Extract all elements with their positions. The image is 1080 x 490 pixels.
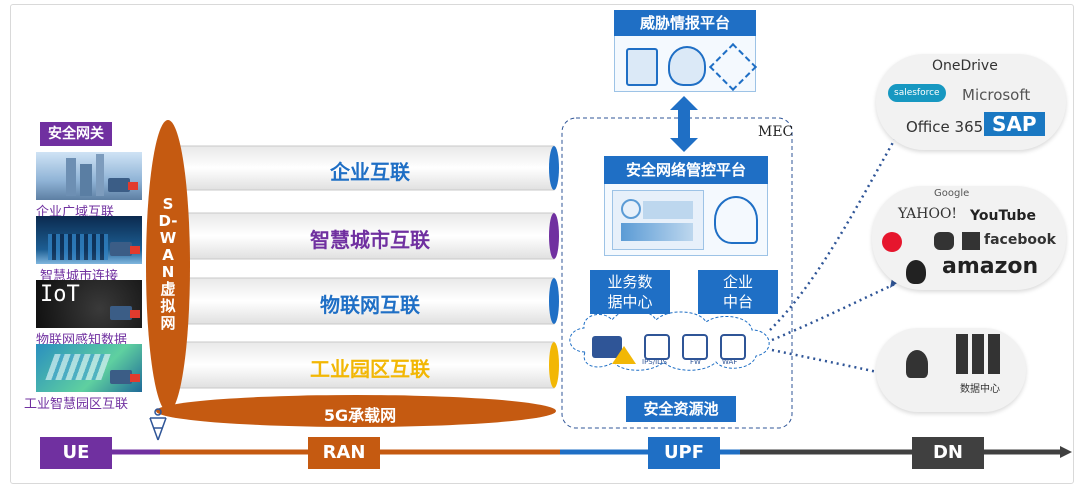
bidirectional-arrow-icon — [670, 96, 698, 152]
yahoo-logo: YAHOO! — [898, 206, 958, 222]
threat-platform-title: 威胁情报平台 — [614, 10, 756, 36]
pipe-label-industrial: 工业园区互联 — [310, 357, 430, 381]
onedrive-logo: OneDrive — [932, 58, 998, 74]
shield-search-icon — [668, 46, 706, 86]
amazon-logo: amazon — [942, 254, 1039, 279]
warning-icon — [612, 346, 636, 364]
ue-label: UE — [40, 437, 112, 469]
business-data-center-line1: 业务数 — [607, 273, 653, 291]
datacenter-label: 数据中心 — [960, 384, 1000, 395]
firewall-module-icon — [682, 334, 708, 360]
ran-label: RAN — [308, 437, 380, 469]
pipe-label-smart-city: 智慧城市互联 — [310, 228, 430, 252]
ips-ids-label: IPS/IDS — [642, 358, 667, 366]
fw-label: FW — [690, 358, 701, 366]
facebook-logo: facebook — [984, 232, 1056, 248]
youtube-logo: YouTube — [970, 208, 1036, 224]
mgmt-platform-title: 安全网络管控平台 — [604, 156, 768, 184]
report-icon — [626, 48, 658, 86]
enterprise-middle-platform-line2: 中台 — [722, 293, 753, 311]
server-icon — [972, 334, 984, 374]
wechat-icon — [934, 232, 954, 250]
upf-label: UPF — [648, 437, 720, 469]
internet-cloud: Google YAHOO! YouTube facebook amazon — [872, 186, 1066, 290]
pipe-label-iot: 物联网互联 — [320, 293, 420, 317]
weibo-icon — [882, 232, 902, 252]
salesforce-logo: salesforce — [888, 84, 946, 102]
datacenter-cloud: 数据中心 — [876, 328, 1026, 412]
business-data-center-line2: 据中心 — [607, 293, 653, 311]
hacker-icon — [906, 350, 928, 378]
dn-label: DN — [912, 437, 984, 469]
business-data-center-box: 业务数 据中心 — [590, 270, 670, 314]
saas-cloud: OneDrive salesforce Microsoft Office 365… — [876, 54, 1066, 150]
arrow-right-icon — [1060, 446, 1072, 458]
network-diagram: { "gateway": { "title": "安全网关", "items":… — [0, 0, 1080, 490]
mec-label: MEC — [758, 124, 794, 140]
waf-label: WAF — [722, 358, 738, 366]
microsoft-logo: Microsoft — [962, 86, 1031, 104]
server-icon — [988, 334, 1000, 374]
sdwan-label: SD-WAN虚拟网 — [158, 195, 178, 332]
enterprise-middle-platform-line1: 企业 — [722, 273, 753, 291]
qq-icon — [906, 260, 926, 284]
security-pool-label: 安全资源池 — [626, 396, 736, 422]
server-icon — [956, 334, 968, 374]
office365-logo: Office 365 — [906, 118, 984, 136]
enterprise-middle-platform-box: 企业 中台 — [698, 270, 778, 314]
pipe-label-enterprise: 企业互联 — [330, 160, 410, 184]
ai-head-icon — [714, 196, 758, 244]
waf-icon — [720, 334, 746, 360]
sap-logo: SAP — [984, 112, 1045, 136]
ips-ids-icon — [644, 334, 670, 360]
dashboard-icon — [612, 190, 704, 250]
bearer-label: 5G承载网 — [323, 406, 397, 425]
taobao-icon — [962, 232, 980, 250]
google-logo: Google — [934, 188, 970, 199]
